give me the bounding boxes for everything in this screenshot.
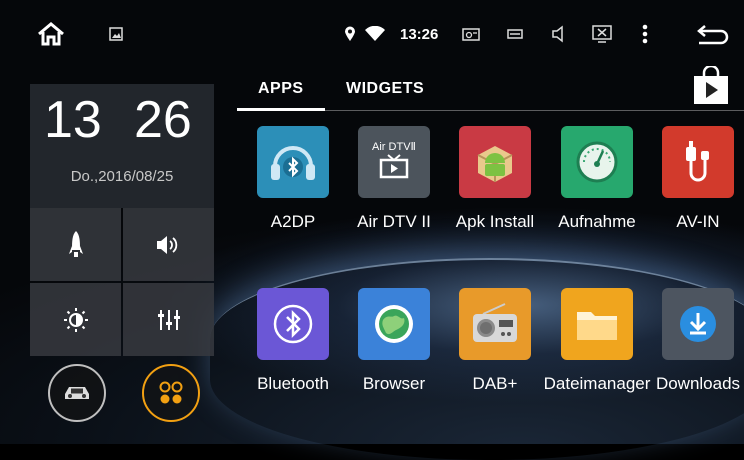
wifi-icon: [364, 20, 386, 48]
back-icon[interactable]: [694, 20, 730, 48]
av-cable-icon: [686, 141, 709, 182]
app-tile[interactable]: [662, 126, 734, 198]
clock-minute: 26: [134, 91, 192, 149]
status-bar: 13:26: [0, 0, 744, 66]
volume-icon: [156, 235, 177, 254]
radio-icon: [460, 20, 482, 48]
app-tile[interactable]: [459, 126, 531, 198]
app-tile[interactable]: [662, 288, 734, 360]
download-icon: [680, 306, 716, 342]
globe-icon: [375, 305, 413, 343]
usb-icon: [504, 20, 526, 48]
app-tile[interactable]: [257, 288, 329, 360]
play-store-button[interactable]: [692, 64, 730, 106]
clock-hour: 13: [44, 91, 102, 149]
equalizer-icon: [157, 309, 180, 330]
status-clock: 13:26: [400, 26, 439, 43]
clock-date: Do.,2016/08/25: [70, 168, 174, 185]
tab-apps[interactable]: APPS: [258, 80, 304, 98]
quick-settings-grid: [30, 208, 214, 356]
overflow-menu-icon[interactable]: [638, 20, 652, 48]
volume-button[interactable]: [123, 208, 214, 281]
app-dateimanager[interactable]: Dateimanager: [544, 288, 650, 418]
apps-grid-icon: [159, 381, 183, 404]
play-store-icon: [694, 64, 728, 104]
equalizer-button[interactable]: [123, 283, 214, 356]
app-apk-install[interactable]: Apk Install: [445, 126, 545, 256]
bluetooth-icon: [273, 304, 313, 344]
brightness-icon: [63, 307, 88, 332]
app-downloads[interactable]: Downloads: [648, 288, 744, 418]
radio-icon: [473, 303, 517, 342]
android-package-icon: [477, 146, 513, 182]
app-tile[interactable]: [358, 288, 430, 360]
app-tile[interactable]: Air DTVⅡ: [358, 126, 430, 198]
app-browser[interactable]: Browser: [344, 288, 444, 418]
car-button[interactable]: [48, 364, 106, 422]
all-apps-button[interactable]: [142, 364, 200, 422]
app-label: AV-IN: [676, 212, 720, 231]
rocket-icon: [68, 230, 83, 257]
app-av-in[interactable]: AV-IN: [648, 126, 744, 256]
app-tile[interactable]: [561, 288, 633, 360]
app-air-dtv[interactable]: Air DTVⅡ Air DTV II: [344, 126, 444, 256]
app-label: Downloads: [655, 374, 741, 393]
tv-icon: [379, 153, 409, 178]
location-icon: [342, 20, 358, 48]
app-aufnahme[interactable]: Aufnahme: [547, 126, 647, 256]
recorder-gauge-icon: [576, 141, 618, 183]
rocket-button[interactable]: [30, 208, 121, 281]
gallery-icon: [106, 20, 126, 48]
tab-widgets[interactable]: WIDGETS: [346, 80, 424, 98]
clock-widget: 13 26 Do.,2016/08/25: [30, 84, 214, 356]
app-a2dp[interactable]: A2DP: [243, 126, 343, 256]
app-tile[interactable]: [257, 126, 329, 198]
brightness-button[interactable]: [30, 283, 121, 356]
app-tile[interactable]: [459, 288, 531, 360]
tab-divider: [237, 110, 744, 111]
car-icon: [65, 387, 89, 399]
app-bluetooth[interactable]: Bluetooth: [243, 288, 343, 418]
volume-icon[interactable]: [548, 20, 570, 48]
tile-text: Air DTVⅡ: [372, 140, 416, 153]
home-icon[interactable]: [34, 20, 68, 48]
bluetooth-headphones-icon: [271, 146, 315, 180]
clock-panel: 13 26 Do.,2016/08/25: [30, 84, 214, 208]
folder-icon: [577, 312, 617, 340]
app-dab[interactable]: DAB+: [445, 288, 545, 418]
screen-icon[interactable]: [590, 20, 614, 48]
app-tile[interactable]: [561, 126, 633, 198]
